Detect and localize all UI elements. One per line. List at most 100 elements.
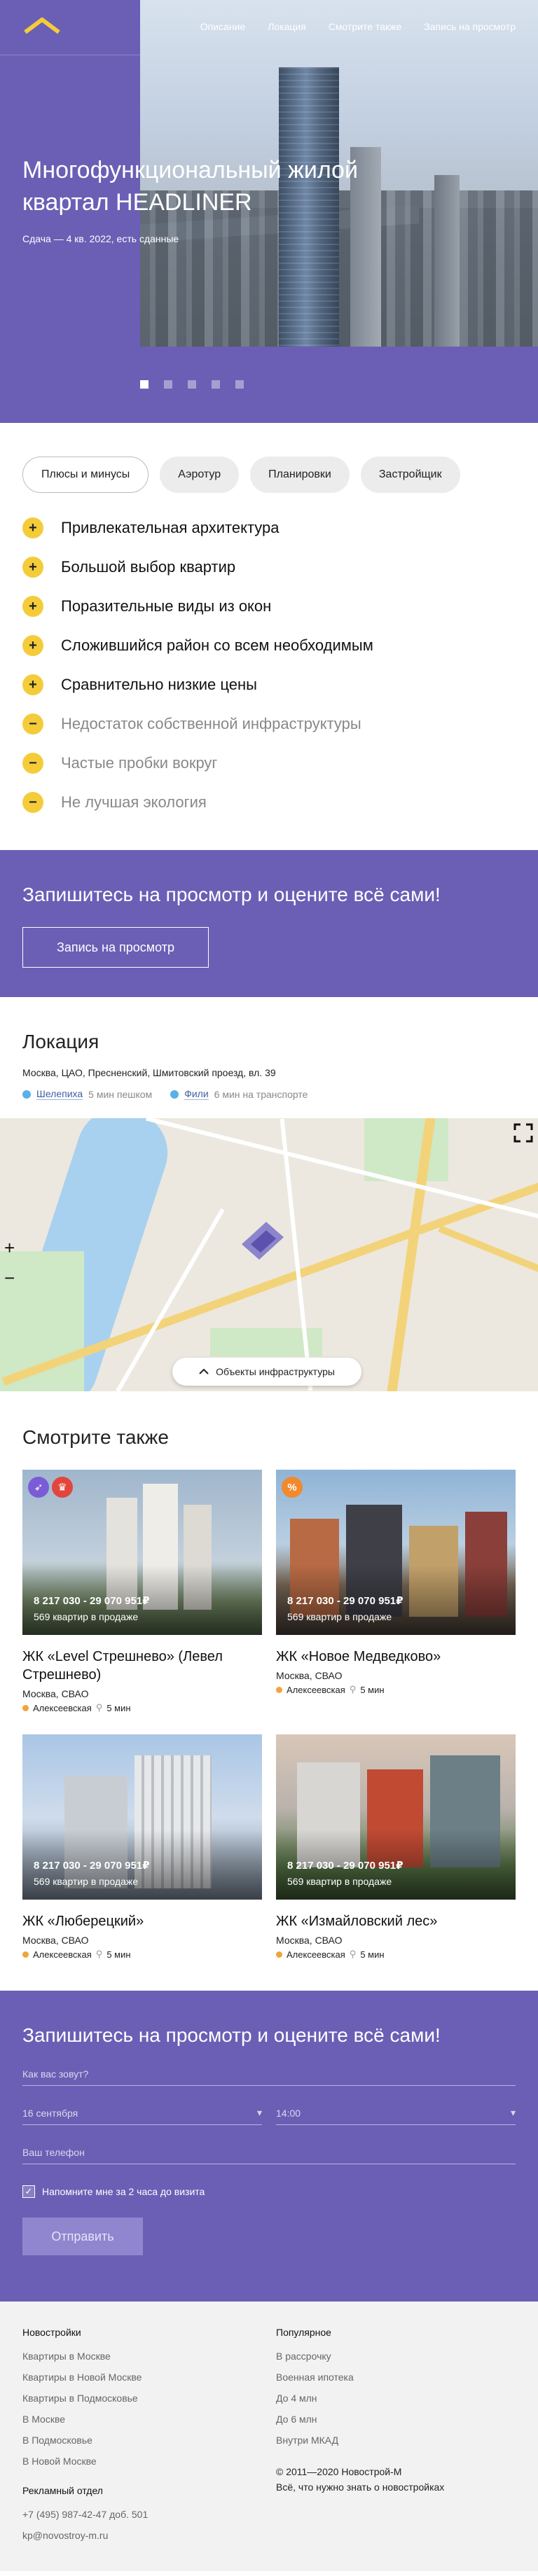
features-section: Плюсы и минусы Аэротур Планировки Застро… bbox=[0, 457, 538, 822]
nav-see-also[interactable]: Смотрите также bbox=[329, 21, 401, 32]
date-select[interactable]: 16 сентября ▾ bbox=[22, 2093, 262, 2125]
location-map[interactable]: + − Объекты инфраструктуры bbox=[0, 1118, 538, 1391]
complex-metro: Алексеевская ⚲ 5 мин bbox=[276, 1684, 516, 1695]
zoom-in-button[interactable]: + bbox=[4, 1237, 15, 1259]
complex-card[interactable]: % 8 217 030 - 29 070 951₽ 569 квартир в … bbox=[276, 1470, 516, 1713]
time-select[interactable]: 14:00 ▾ bbox=[276, 2093, 516, 2125]
con-item: − Недостаток собственной инфраструктуры bbox=[22, 704, 516, 744]
apartment-count: 569 квартир в продаже bbox=[34, 1611, 139, 1622]
nav-description[interactable]: Описание bbox=[200, 21, 245, 32]
walk-icon: ⚲ bbox=[349, 1684, 357, 1694]
submit-button[interactable]: Отправить bbox=[22, 2218, 143, 2255]
footer-link[interactable]: До 4 млн bbox=[276, 2393, 516, 2404]
complex-district: Москва, СВАО bbox=[276, 1935, 343, 1946]
footer-col-new-buildings: Новостройки Квартиры в Москве Квартиры в… bbox=[22, 2327, 276, 2571]
apartment-count: 569 квартир в продаже bbox=[287, 1611, 392, 1622]
slider-dot[interactable] bbox=[235, 380, 244, 389]
remind-checkbox[interactable]: ✓ bbox=[22, 2185, 35, 2198]
footer-link[interactable]: В Москве bbox=[22, 2414, 276, 2425]
complex-card[interactable]: 8 217 030 - 29 070 951₽ 569 квартир в пр… bbox=[22, 1734, 262, 1960]
footer-link[interactable]: Квартиры в Новой Москве bbox=[22, 2372, 276, 2383]
tab-developer[interactable]: Застройщик bbox=[360, 457, 460, 493]
plus-icon: + bbox=[22, 596, 43, 617]
footer: Новостройки Квартиры в Москве Квартиры в… bbox=[0, 2302, 538, 2571]
address: Москва, ЦАО, Пресненский, Шмитовский про… bbox=[22, 1067, 276, 1078]
metro-name: Алексеевская bbox=[287, 1684, 345, 1695]
cta-title: Запишитесь на просмотр и оцените всё сам… bbox=[22, 884, 441, 905]
plus-icon: + bbox=[22, 674, 43, 695]
footer-link[interactable]: Квартиры в Подмосковье bbox=[22, 2393, 276, 2404]
slider-dot[interactable] bbox=[164, 380, 172, 389]
booking-form: Запишитесь на просмотр и оцените всё сам… bbox=[0, 1991, 538, 2302]
complex-card[interactable]: 8 217 030 - 29 070 951₽ 569 квартир в пр… bbox=[276, 1734, 516, 1960]
complex-metro: Алексеевская ⚲ 5 мин bbox=[22, 1949, 262, 1960]
building-site-icon[interactable] bbox=[238, 1216, 287, 1265]
footer-phone[interactable]: +7 (495) 987-42-47 доб. 501 bbox=[22, 2509, 276, 2520]
complex-name[interactable]: ЖК «Новое Медведково» bbox=[276, 1648, 516, 1666]
footer-link[interactable]: В рассрочку bbox=[276, 2351, 516, 2362]
caret-down-icon: ▾ bbox=[256, 2107, 262, 2118]
name-field[interactable]: Как вас зовут? bbox=[22, 2054, 516, 2086]
walk-time: 5 мин bbox=[106, 1702, 131, 1713]
complex-photo[interactable]: 8 217 030 - 29 070 951₽ 569 квартир в пр… bbox=[276, 1734, 516, 1900]
copyright: © 2011—2020 Новострой-М bbox=[276, 2466, 402, 2477]
slider-dot[interactable] bbox=[188, 380, 196, 389]
plus-icon: + bbox=[22, 557, 43, 578]
complex-card[interactable]: ➶ ♛ 8 217 030 - 29 070 951₽ 569 квартир … bbox=[22, 1470, 262, 1713]
tab-layouts[interactable]: Планировки bbox=[250, 457, 350, 493]
nav-booking[interactable]: Запись на просмотр bbox=[424, 21, 516, 32]
price-range: 8 217 030 - 29 070 951₽ bbox=[34, 1595, 150, 1607]
metro-name[interactable]: Фили bbox=[184, 1088, 209, 1100]
apartment-count: 569 квартир в продаже bbox=[287, 1876, 392, 1887]
metro-name: Алексеевская bbox=[33, 1702, 92, 1713]
pro-text: Привлекательная архитектура bbox=[61, 519, 280, 536]
chevron-up-icon bbox=[199, 1368, 209, 1374]
slider-dot[interactable] bbox=[212, 380, 220, 389]
complex-photo[interactable]: % 8 217 030 - 29 070 951₽ 569 квартир в … bbox=[276, 1470, 516, 1635]
metro-name[interactable]: Шелепиха bbox=[36, 1088, 83, 1100]
plus-icon: + bbox=[22, 517, 43, 538]
complex-name[interactable]: ЖК «Измайловский лес» bbox=[276, 1912, 516, 1930]
complex-name[interactable]: ЖК «Люберецкий» bbox=[22, 1912, 262, 1930]
price-range: 8 217 030 - 29 070 951₽ bbox=[34, 1860, 150, 1872]
complex-metro: Алексеевская ⚲ 5 мин bbox=[22, 1702, 262, 1713]
footer-col-popular: Популярное В рассрочку Военная ипотека Д… bbox=[276, 2327, 516, 2571]
pro-text: Сравнительно низкие цены bbox=[61, 676, 257, 693]
complex-photo[interactable]: ➶ ♛ 8 217 030 - 29 070 951₽ 569 квартир … bbox=[22, 1470, 262, 1635]
plus-icon: + bbox=[22, 635, 43, 656]
minus-icon: − bbox=[22, 713, 43, 734]
remind-label: Напомните мне за 2 часа до визита bbox=[42, 2186, 205, 2197]
footer-link[interactable]: В Подмосковье bbox=[22, 2435, 276, 2446]
cta-banner: Запишитесь на просмотр и оцените всё сам… bbox=[0, 850, 538, 997]
booking-button[interactable]: Запись на просмотр bbox=[22, 927, 209, 968]
tab-aerotour[interactable]: Аэротур bbox=[160, 457, 240, 493]
minus-icon: − bbox=[22, 753, 43, 774]
phone-field[interactable]: Ваш телефон bbox=[22, 2132, 516, 2164]
minus-icon: − bbox=[22, 792, 43, 813]
metro-name: Алексеевская bbox=[33, 1949, 92, 1960]
hero-section: Описание Локация Смотрите также Запись н… bbox=[0, 0, 538, 423]
pro-item: + Сравнительно низкие цены bbox=[22, 665, 516, 704]
logo-icon[interactable] bbox=[22, 15, 62, 36]
infrastructure-label: Объекты инфраструктуры bbox=[216, 1366, 335, 1377]
complex-district: Москва, СВАО bbox=[22, 1688, 89, 1699]
pro-item: + Поразительные виды из окон bbox=[22, 587, 516, 626]
footer-link[interactable]: Квартиры в Москве bbox=[22, 2351, 276, 2362]
nav-location[interactable]: Локация bbox=[268, 21, 306, 32]
slider-dot[interactable] bbox=[140, 380, 149, 389]
footer-link[interactable]: В Новой Москве bbox=[22, 2456, 276, 2467]
fullscreen-icon[interactable] bbox=[513, 1122, 534, 1143]
slider-dots bbox=[140, 380, 244, 389]
footer-link[interactable]: Военная ипотека bbox=[276, 2372, 516, 2383]
footer-link[interactable]: Внутри МКАД bbox=[276, 2435, 516, 2446]
complex-photo[interactable]: 8 217 030 - 29 070 951₽ 569 квартир в пр… bbox=[22, 1734, 262, 1900]
tab-pros-cons[interactable]: Плюсы и минусы bbox=[22, 457, 149, 493]
infrastructure-button[interactable]: Объекты инфраструктуры bbox=[172, 1358, 361, 1386]
rocket-icon: ➶ bbox=[28, 1477, 49, 1498]
footer-link[interactable]: До 6 млн bbox=[276, 2414, 516, 2425]
see-also-title: Смотрите также bbox=[22, 1426, 169, 1448]
complex-name[interactable]: ЖК «Level Стрешнево» (Левел Стрешнево) bbox=[22, 1648, 262, 1684]
hero-title: Многофункциональный жилой квартал HEADLI… bbox=[22, 157, 358, 216]
zoom-out-button[interactable]: − bbox=[4, 1267, 15, 1289]
footer-email[interactable]: kp@novostroy-m.ru bbox=[22, 2530, 276, 2541]
